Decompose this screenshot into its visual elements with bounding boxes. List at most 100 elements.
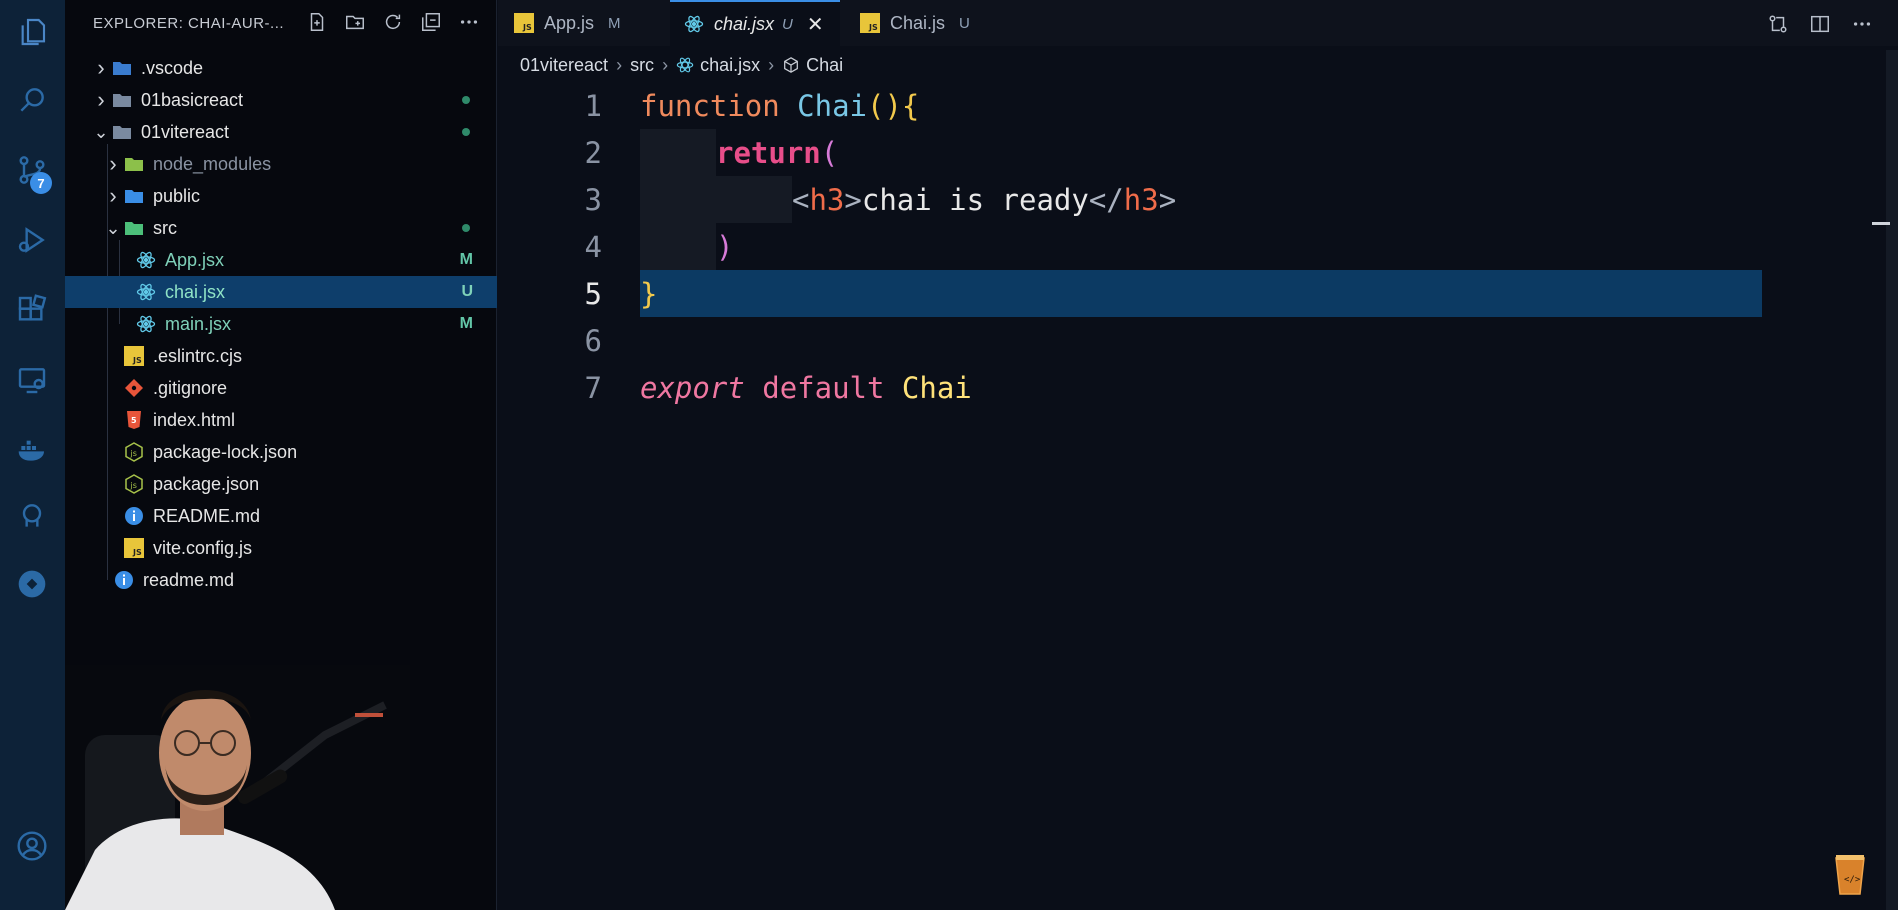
tree-item-src[interactable]: ⌄ src <box>65 212 497 244</box>
more-actions-icon[interactable] <box>457 10 481 34</box>
tab-label: App.js <box>544 12 595 33</box>
js-file-icon: JS <box>123 345 145 367</box>
breadcrumb-item[interactable]: 01vitereact <box>520 55 608 76</box>
tab-status: M <box>608 14 621 32</box>
folder-icon <box>123 153 145 175</box>
tree-item-readme-md[interactable]: readme.md <box>65 564 497 596</box>
tree-item-label: node_modules <box>153 153 272 174</box>
code-text: ) <box>716 229 734 264</box>
js-icon: JS <box>860 13 880 33</box>
code-line: 4 ) <box>498 223 1898 270</box>
deploy-icon[interactable] <box>14 566 50 602</box>
more-actions-icon[interactable] <box>1850 12 1874 36</box>
close-icon[interactable]: ✕ <box>807 12 824 37</box>
refresh-icon[interactable] <box>381 10 405 34</box>
tree-item-label: 01basicreact <box>141 89 244 110</box>
explorer-title: EXPLORER: CHAI-AUR-... <box>93 14 285 32</box>
tree-item-label: package.json <box>153 473 260 494</box>
tree-item-index-html[interactable]: 5 index.html <box>65 404 497 436</box>
new-folder-icon[interactable] <box>343 10 367 34</box>
tree-item-label: index.html <box>153 409 236 430</box>
tab-app-js[interactable]: JS App.js M <box>498 0 668 46</box>
chevron-right-icon: › <box>97 55 105 80</box>
compare-changes-icon[interactable] <box>1766 12 1790 36</box>
folder-icon <box>111 89 133 111</box>
collapse-all-icon[interactable] <box>419 10 443 34</box>
docker-icon[interactable] <box>14 432 50 468</box>
tab-label: chai.jsx <box>714 13 775 34</box>
js-icon: JS <box>514 13 534 33</box>
tree-item-01basicreact[interactable]: › 01basicreact <box>65 84 497 116</box>
run-debug-icon[interactable] <box>14 222 50 258</box>
chevron-right-icon: › <box>97 87 105 112</box>
svg-text:js: js <box>130 481 137 490</box>
tree-item-chai-jsx[interactable]: chai.jsx U <box>65 276 497 308</box>
line-number: 7 <box>584 370 602 405</box>
json-file-icon: js <box>123 473 145 495</box>
code-line: 7 export default Chai <box>498 364 1898 411</box>
tree-item-vscode[interactable]: › .vscode <box>65 52 497 84</box>
breadcrumb-item[interactable]: src <box>630 55 654 76</box>
tree-item-vite-config-js[interactable]: JS vite.config.js <box>65 532 497 564</box>
svg-text:JS: JS <box>132 356 142 365</box>
split-editor-icon[interactable] <box>1808 12 1832 36</box>
tree-item-package-lock-json[interactable]: js package-lock.json <box>65 436 497 468</box>
tree-item-public[interactable]: › public <box>65 180 497 212</box>
tab-status: U <box>782 15 793 33</box>
svg-text:JS: JS <box>868 23 878 32</box>
svg-text:5: 5 <box>131 416 137 425</box>
chevron-right-icon: › <box>109 183 117 208</box>
tree-item-package-json[interactable]: js package.json <box>65 468 497 500</box>
svg-text:js: js <box>130 449 137 458</box>
line-number: 2 <box>584 135 602 170</box>
code-line: 2 return( <box>498 129 1898 176</box>
tree-item-label: .eslintrc.cjs <box>153 345 243 366</box>
code-line-current: 5 } <box>498 270 1898 317</box>
modified-dot <box>462 128 470 136</box>
tree-item-readme-md[interactable]: README.md <box>65 500 497 532</box>
svg-text:</>: </> <box>1844 875 1861 885</box>
react-file-icon <box>135 281 157 303</box>
github-icon[interactable] <box>14 498 50 534</box>
tree-item-node-modules[interactable]: › node_modules <box>65 148 497 180</box>
account-icon[interactable] <box>14 828 50 864</box>
tab-chai-js[interactable]: JS Chai.js U <box>842 0 1012 46</box>
tree-item-gitignore[interactable]: .gitignore <box>65 372 497 404</box>
code-line: 6 <box>498 317 1898 364</box>
tree-item-app-jsx[interactable]: App.jsx M <box>65 244 497 276</box>
code-editor[interactable]: 1 function Chai(){ 2 return( 3 <h3>chai … <box>498 82 1898 910</box>
code-text: function Chai(){ <box>640 88 920 123</box>
extensions-icon[interactable] <box>14 292 50 328</box>
tree-item-label: chai.jsx <box>165 281 226 302</box>
new-file-icon[interactable] <box>305 10 329 34</box>
info-file-icon <box>123 505 145 527</box>
tree-item-label: src <box>153 217 177 238</box>
editor-scrollbar[interactable] <box>1886 50 1898 910</box>
js-file-icon: JS <box>123 537 145 559</box>
chevron-down-icon: ⌄ <box>93 121 109 142</box>
git-status-badge: M <box>459 315 473 332</box>
breadcrumb-item[interactable]: chai.jsx <box>700 55 760 76</box>
modified-dot <box>462 96 470 104</box>
tree-item-main-jsx[interactable]: main.jsx M <box>65 308 497 340</box>
channel-logo-icon: </> <box>1835 855 1865 895</box>
tree-item-01vitereact[interactable]: ⌄ 01vitereact <box>65 116 497 148</box>
code-line: 3 <h3>chai is ready</h3> <box>498 176 1898 223</box>
explorer-icon[interactable] <box>14 14 50 50</box>
remote-explorer-icon[interactable] <box>14 362 50 398</box>
search-icon[interactable] <box>14 82 50 118</box>
tree-item-label: package-lock.json <box>153 441 298 462</box>
tab-chai-jsx[interactable]: chai.jsx U ✕ <box>670 0 840 46</box>
json-file-icon: js <box>123 441 145 463</box>
breadcrumb-item[interactable]: Chai <box>806 55 843 76</box>
tree-item-label: readme.md <box>143 569 235 590</box>
chevron-right-icon: › <box>768 54 775 75</box>
tree-item-eslintrc-cjs[interactable]: JS .eslintrc.cjs <box>65 340 497 372</box>
svg-text:JS: JS <box>132 548 142 557</box>
tree-item-label: .gitignore <box>153 377 228 398</box>
breadcrumb: 01vitereact › src › chai.jsx › Chai <box>520 52 843 78</box>
